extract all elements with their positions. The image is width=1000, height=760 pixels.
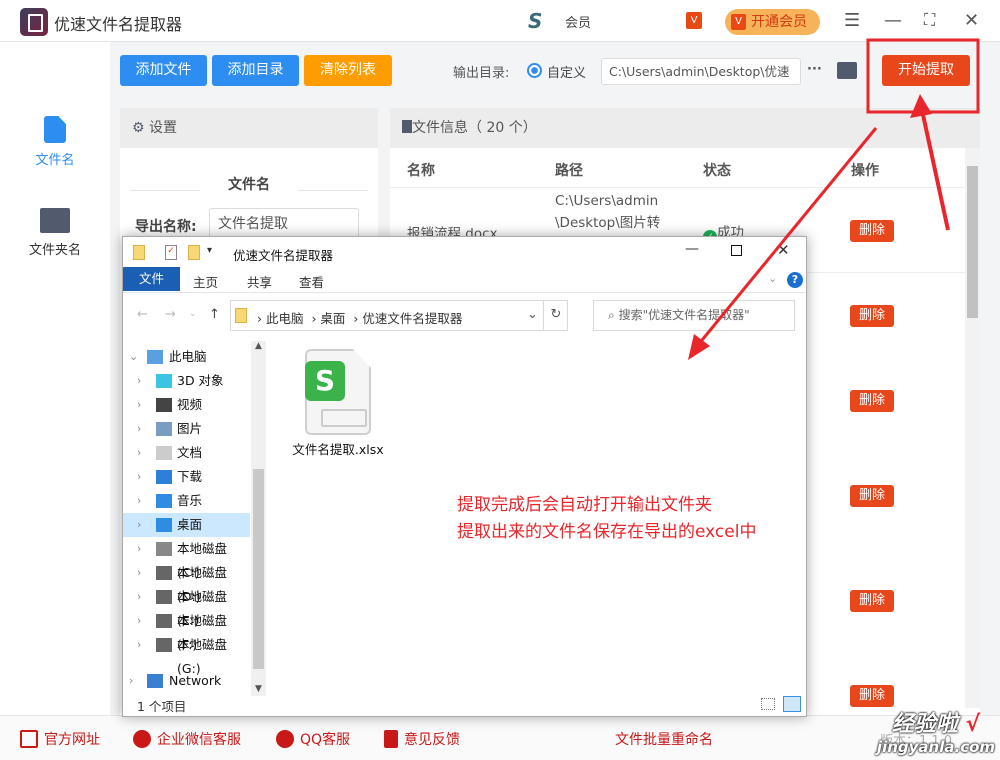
watermark-logo: 经验啦 √ jingyanla.com — [876, 712, 996, 756]
annotation-line-2: 提取出来的文件名保存在导出的excel中 — [457, 522, 757, 542]
arrow-line — [696, 127, 878, 346]
arrow-head — [910, 94, 932, 118]
arrow-line — [920, 109, 950, 231]
annotation-line-1: 提取完成后会自动打开输出文件夹 — [457, 495, 712, 515]
arrow-head — [688, 334, 710, 360]
annotation-overlay — [688, 38, 980, 360]
